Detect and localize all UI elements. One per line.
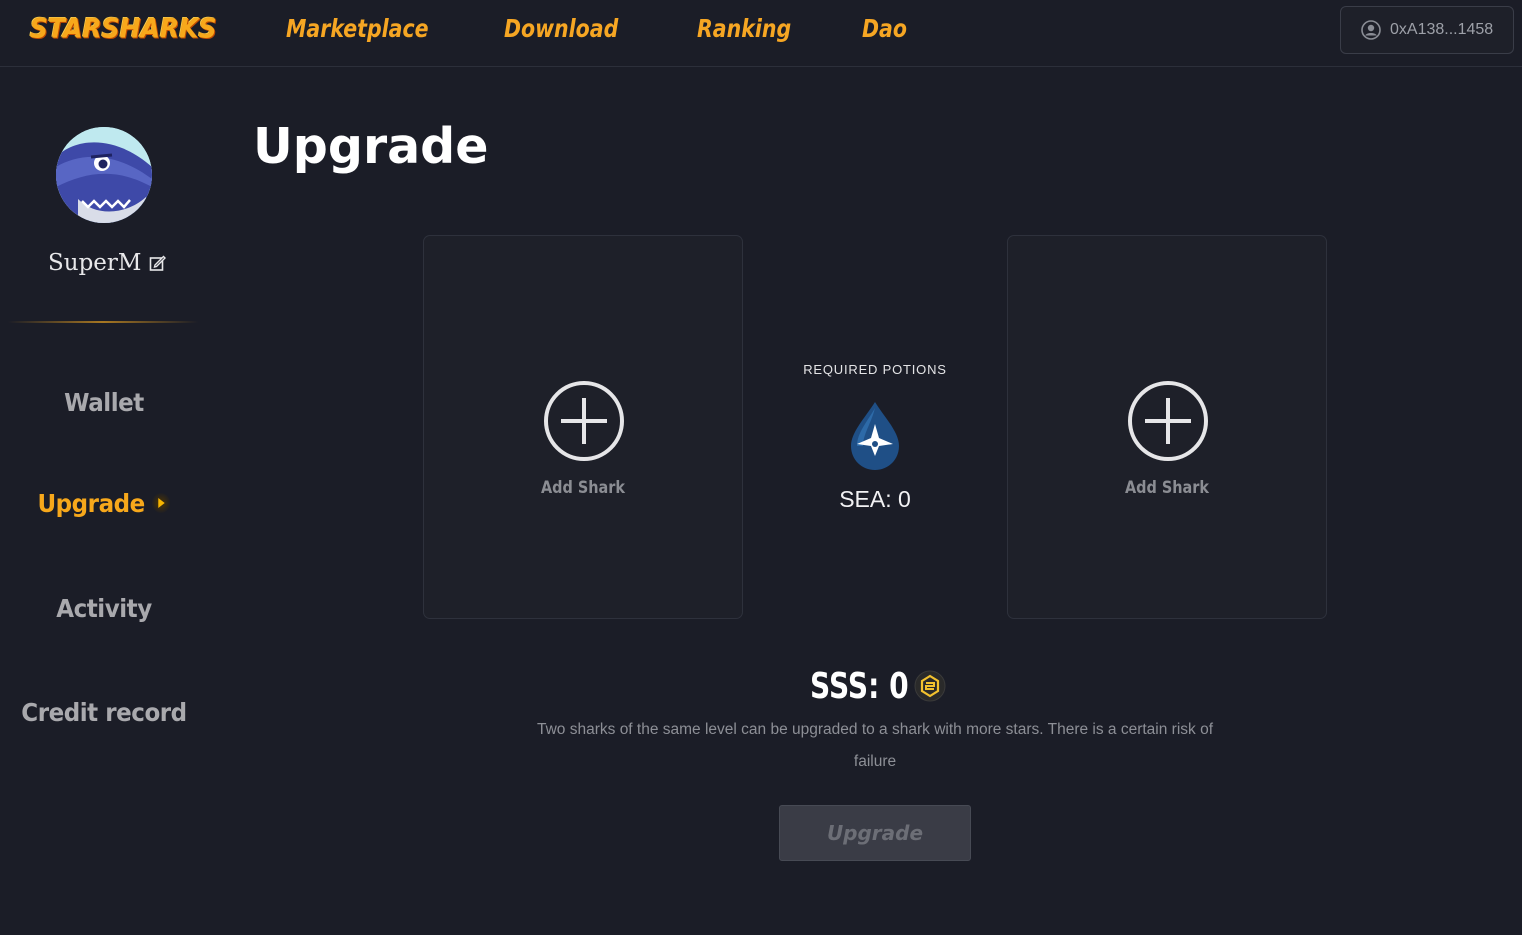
- starsharks-logo[interactable]: STARSHARKS: [30, 13, 217, 43]
- upgrade-button[interactable]: Upgrade: [779, 805, 971, 861]
- plus-circle-icon: [544, 381, 624, 461]
- user-circle-icon: [1361, 20, 1381, 40]
- edit-icon[interactable]: [149, 255, 167, 272]
- top-navbar: STARSHARKS Marketplace Download Ranking …: [0, 0, 1522, 67]
- add-shark-label: Add Shark: [540, 478, 626, 498]
- nav-dao[interactable]: Dao: [862, 14, 907, 43]
- username-row: SuperM: [48, 250, 167, 276]
- wallet-address: 0xA138...1458: [1390, 21, 1494, 38]
- required-potions-title: REQUIRED POTIONS: [803, 362, 947, 377]
- add-shark-card-right[interactable]: Add Shark: [1007, 235, 1327, 619]
- sidebar-item-activity[interactable]: Activity: [8, 594, 199, 623]
- sss-cost-row: SSS: 0: [810, 664, 946, 708]
- sidebar-item-label: Upgrade: [37, 489, 145, 518]
- sidebar-item-wallet[interactable]: Wallet: [8, 388, 199, 417]
- shark-avatar-icon: [56, 127, 152, 223]
- add-shark-card-left[interactable]: Add Shark: [423, 235, 743, 619]
- sidebar-item-upgrade[interactable]: Upgrade: [8, 489, 199, 518]
- plus-circle-icon: [1128, 381, 1208, 461]
- upgrade-description: Two sharks of the same level can be upgr…: [537, 721, 1213, 770]
- nav-ranking[interactable]: Ranking: [697, 14, 791, 43]
- page-title: Upgrade: [253, 118, 489, 175]
- username: SuperM: [48, 250, 142, 276]
- sidebar-item-label: Activity: [56, 594, 152, 623]
- sidebar-item-label: Wallet: [64, 388, 144, 417]
- avatar[interactable]: [56, 127, 152, 223]
- sea-drop-icon: [851, 402, 899, 470]
- active-arrow-icon: [152, 493, 171, 513]
- nav-download[interactable]: Download: [504, 14, 618, 43]
- sea-potion-count: SEA: 0: [839, 486, 911, 512]
- add-shark-label: Add Shark: [1124, 478, 1210, 498]
- wallet-address-button[interactable]: 0xA138...1458: [1340, 6, 1514, 54]
- sidebar-item-label: Credit record: [21, 698, 187, 727]
- nav-marketplace[interactable]: Marketplace: [286, 14, 429, 43]
- sss-cost: SSS: 0: [810, 665, 909, 707]
- sidebar-item-credit-record[interactable]: Credit record: [8, 698, 199, 727]
- sss-coin-icon: [914, 670, 946, 702]
- sidebar-divider: [8, 321, 198, 323]
